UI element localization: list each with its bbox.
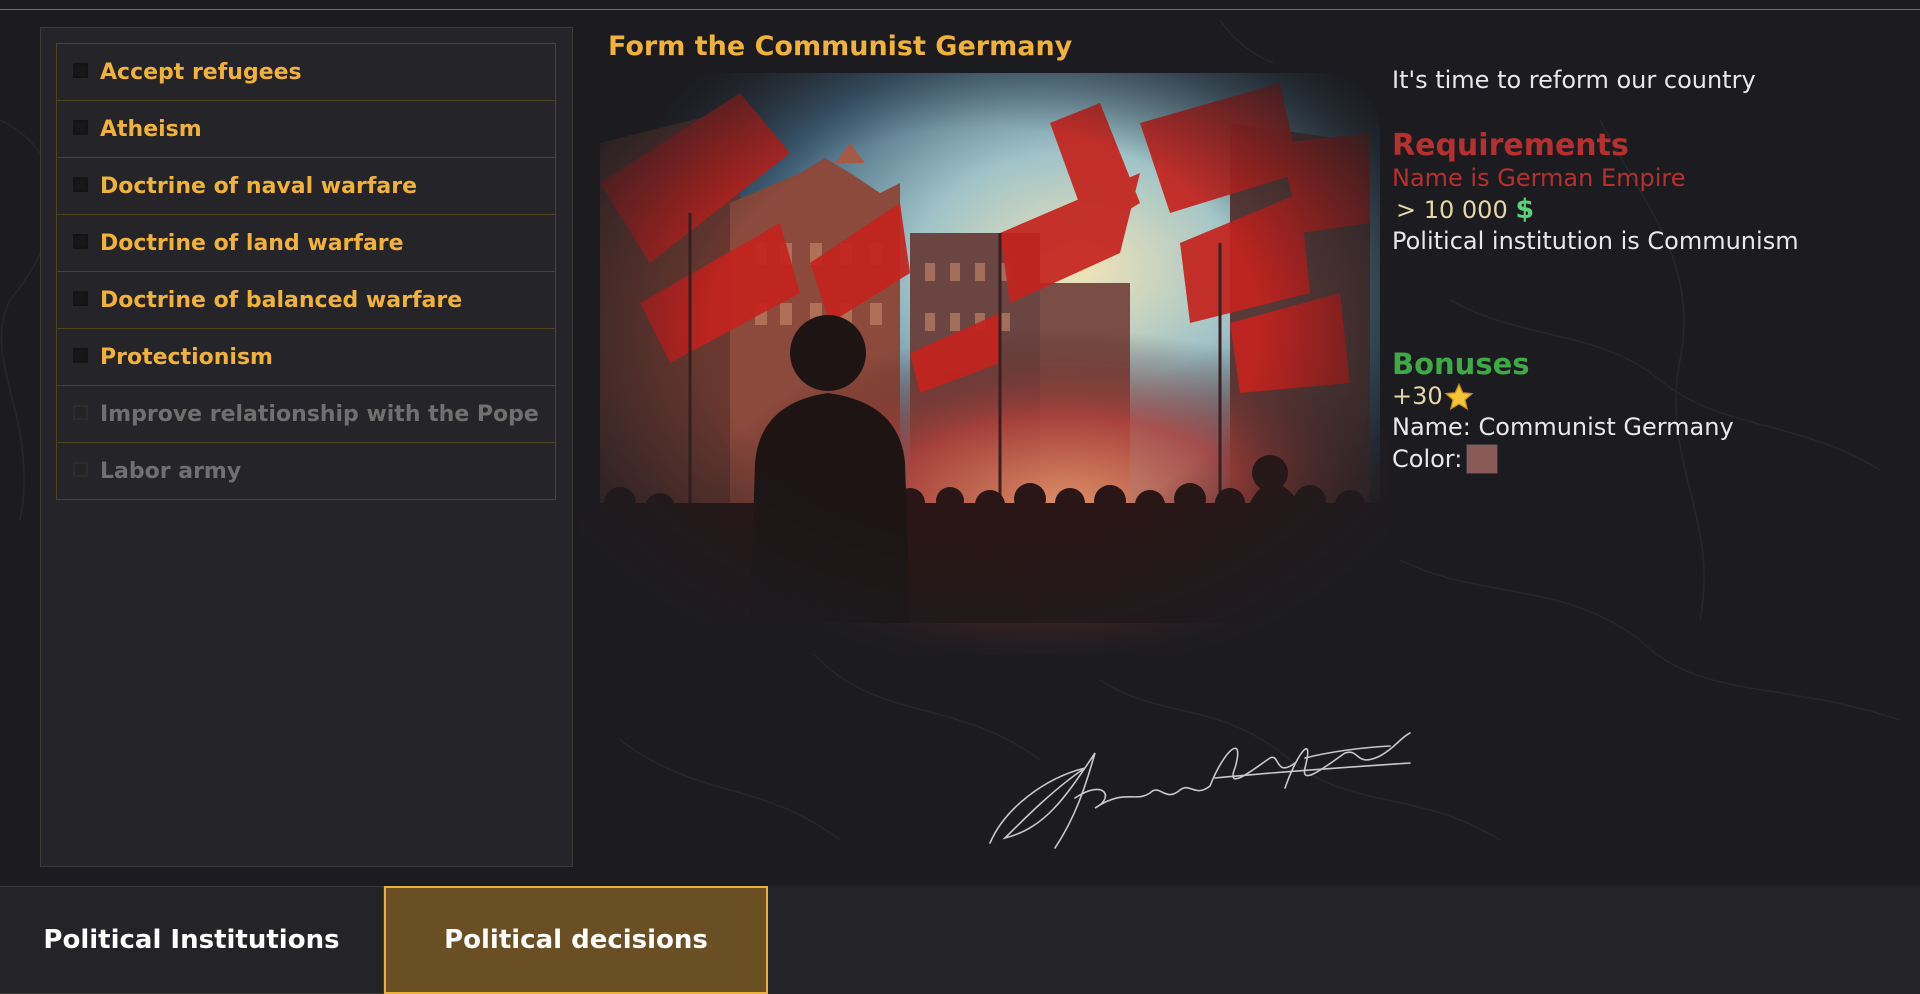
decisions-list-panel: Accept refugees Atheism Doctrine of nava… — [40, 27, 573, 867]
requirement-money-text: > 10 000 — [1396, 196, 1508, 224]
checkbox[interactable] — [73, 404, 88, 420]
bonus-name: Name: Communist Germany — [1392, 413, 1734, 441]
decision-title: Form the Communist Germany — [608, 31, 1073, 62]
decision-description: It's time to reform our country — [1392, 66, 1756, 94]
decision-illustration — [580, 63, 1390, 655]
checkbox[interactable] — [73, 62, 88, 78]
dollar-icon: $ — [1515, 194, 1535, 225]
decision-item-atheism[interactable]: Atheism — [56, 100, 556, 158]
checkbox[interactable] — [73, 119, 88, 135]
requirement-item-money: > 10 000 $ — [1392, 194, 1892, 226]
tab-political-institutions[interactable]: Political Institutions — [0, 886, 384, 994]
decision-item-land-warfare[interactable]: Doctrine of land warfare — [56, 214, 556, 272]
top-divider — [0, 9, 1920, 10]
signature — [989, 732, 1411, 849]
decisions-list: Accept refugees Atheism Doctrine of nava… — [56, 43, 556, 500]
checkbox[interactable] — [73, 176, 88, 192]
decision-item-pope-relationship[interactable]: Improve relationship with the Pope — [56, 385, 556, 443]
prestige-value: +30 — [1392, 382, 1443, 410]
decision-label: Atheism — [100, 116, 202, 142]
decision-label: Accept refugees — [100, 59, 302, 85]
requirements-heading: Requirements — [1392, 128, 1629, 163]
decision-item-labor-army[interactable]: Labor army — [56, 442, 556, 500]
bonus-color: Color: — [1392, 443, 1892, 475]
bonus-prestige: +30 — [1392, 381, 1892, 412]
decision-item-balanced-warfare[interactable]: Doctrine of balanced warfare — [56, 271, 556, 329]
bonus-color-label: Color: — [1392, 444, 1463, 473]
decision-label: Doctrine of land warfare — [100, 230, 404, 256]
requirement-item: Name is German Empire — [1392, 164, 1686, 192]
decision-label: Doctrine of naval warfare — [100, 173, 418, 199]
checkbox[interactable] — [73, 233, 88, 249]
decision-label: Protectionism — [100, 344, 273, 370]
decision-item-accept-refugees[interactable]: Accept refugees — [56, 43, 556, 101]
tab-political-decisions[interactable]: Political decisions — [384, 886, 768, 994]
star-icon — [1444, 382, 1474, 410]
decision-label: Improve relationship with the Pope — [100, 401, 539, 427]
decision-item-protectionism[interactable]: Protectionism — [56, 328, 556, 386]
tab-bar: Political Institutions Political decisio… — [0, 886, 1920, 994]
color-swatch — [1466, 444, 1499, 474]
checkbox[interactable] — [73, 290, 88, 306]
checkbox[interactable] — [73, 347, 88, 363]
bonuses-heading: Bonuses — [1392, 347, 1530, 381]
decision-item-naval-warfare[interactable]: Doctrine of naval warfare — [56, 157, 556, 215]
decision-label: Labor army — [100, 458, 242, 484]
checkbox[interactable] — [73, 461, 88, 477]
decision-label: Doctrine of balanced warfare — [100, 287, 463, 313]
decision-info: It's time to reform our country Requirem… — [1392, 66, 1892, 475]
requirement-item: Political institution is Communism — [1392, 227, 1799, 255]
